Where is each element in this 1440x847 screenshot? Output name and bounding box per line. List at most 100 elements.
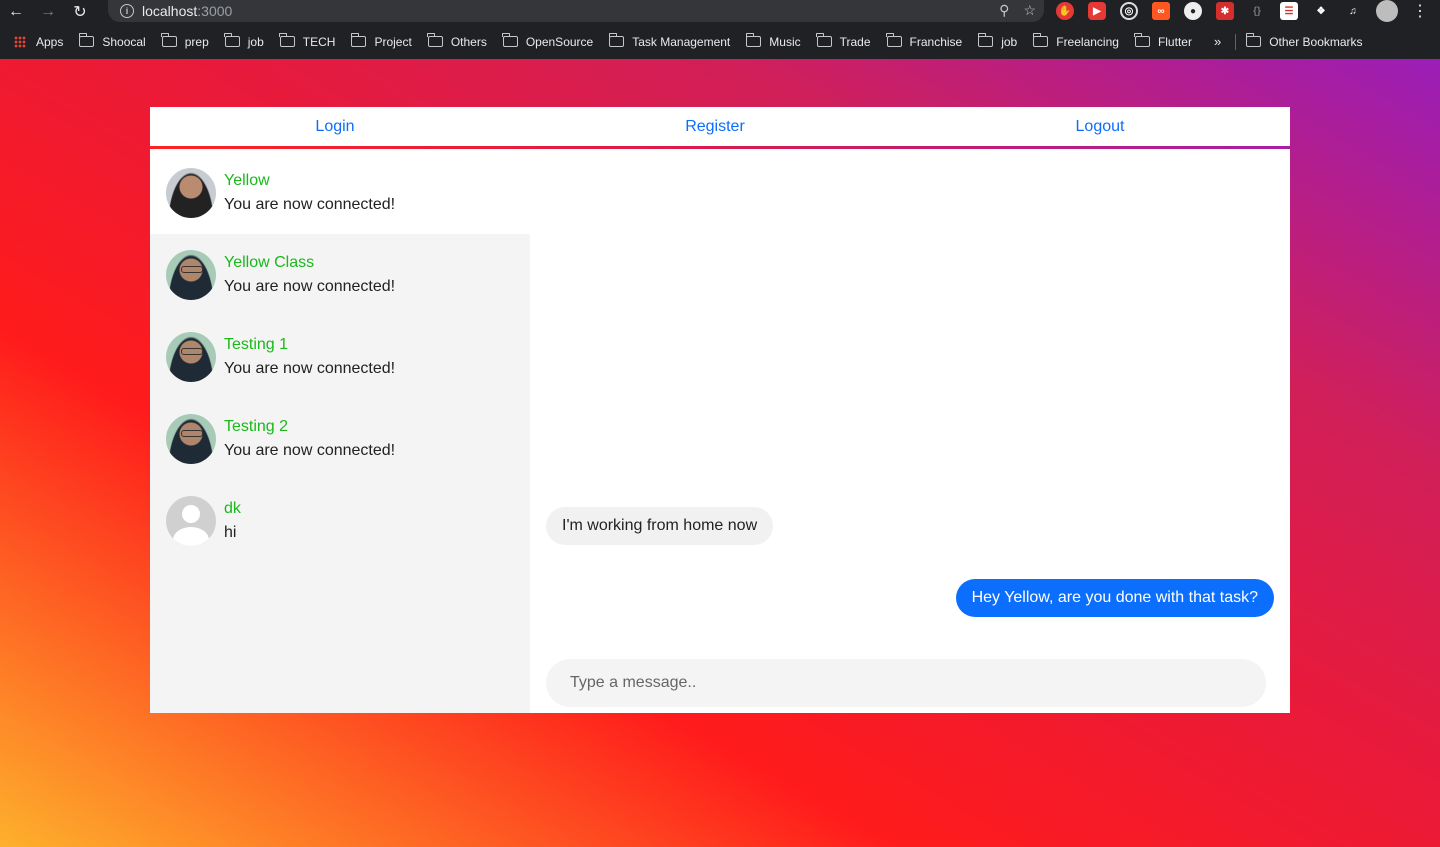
bookmark-folder[interactable]: Project xyxy=(350,33,412,49)
forward-arrow-icon[interactable]: → xyxy=(32,0,64,24)
reload-icon[interactable]: ↻ xyxy=(64,0,96,24)
extension-hand-icon[interactable]: ✋ xyxy=(1056,2,1074,20)
extension-play-icon[interactable]: ▶ xyxy=(1088,2,1106,20)
bookmark-label: Trade xyxy=(839,34,871,49)
bookmark-label: Flutter xyxy=(1157,34,1192,49)
folder-icon xyxy=(816,33,832,47)
folder-icon xyxy=(1245,33,1262,47)
message-panel: I'm working from home now Hey Yellow, ar… xyxy=(530,152,1290,713)
avatar xyxy=(166,332,216,382)
extension-target-icon[interactable]: ◎ xyxy=(1120,2,1138,20)
bookmarks-divider xyxy=(1235,33,1237,50)
bookmark-folder[interactable]: Franchise xyxy=(886,33,963,49)
page-background: Login Register Logout Yellow You are now… xyxy=(0,59,1440,847)
more-bookmarks-button[interactable]: » xyxy=(1214,34,1221,49)
star-icon[interactable]: ☆ xyxy=(1023,2,1036,19)
bookmark-label: Apps xyxy=(36,34,64,49)
conversation-name: Yellow xyxy=(224,172,270,189)
bookmark-label: Others xyxy=(450,34,487,49)
conversation-item[interactable]: dk hi xyxy=(150,480,530,562)
bookmark-folder[interactable]: Shoocal xyxy=(78,33,146,49)
folder-icon xyxy=(350,33,367,47)
extension-braces-icon[interactable]: {} xyxy=(1248,2,1266,20)
bookmark-label: prep xyxy=(184,34,209,49)
folder-icon xyxy=(427,33,443,47)
bookmark-label: job xyxy=(247,34,264,49)
bookmark-folder[interactable]: job xyxy=(977,33,1018,49)
default-avatar-icon xyxy=(166,496,216,546)
folder-icon xyxy=(745,33,762,47)
bookmark-folder[interactable]: Flutter xyxy=(1134,33,1192,49)
nav-tabs: Login Register Logout xyxy=(150,107,1290,149)
site-info-icon[interactable]: i xyxy=(120,4,134,18)
login-link[interactable]: Login xyxy=(150,107,520,145)
url-host: localhost xyxy=(142,3,198,19)
back-arrow-icon[interactable]: ← xyxy=(0,0,32,24)
folder-icon xyxy=(279,33,295,47)
bookmark-folder[interactable]: TECH xyxy=(279,33,336,49)
avatar xyxy=(166,168,216,218)
folder-icon xyxy=(161,33,177,47)
conversation-name: dk xyxy=(224,500,241,517)
media-queue-icon[interactable]: ♫ xyxy=(1344,2,1362,20)
conversation-item[interactable]: Yellow You are now connected! xyxy=(150,152,530,234)
extension-fox-icon[interactable]: ∞ xyxy=(1152,2,1170,20)
bookmark-label: TECH xyxy=(302,34,336,49)
other-bookmarks[interactable]: Other Bookmarks xyxy=(1245,33,1363,49)
conversation-item[interactable]: Yellow Class You are now connected! xyxy=(150,234,530,316)
bookmark-folder[interactable]: Freelancing xyxy=(1032,33,1119,49)
bookmark-folder[interactable]: Task Management xyxy=(608,33,731,49)
conversation-item[interactable]: Testing 1 You are now connected! xyxy=(150,316,530,398)
conversation-name: Testing 1 xyxy=(224,336,289,353)
bookmark-apps[interactable]: Apps xyxy=(14,35,63,49)
folder-icon xyxy=(977,33,994,47)
bookmark-label: Other Bookmarks xyxy=(1269,34,1363,49)
folder-icon xyxy=(502,33,518,47)
conversation-last-message: You are now connected! xyxy=(224,442,396,459)
outgoing-message: Hey Yellow, are you done with that task? xyxy=(955,579,1274,617)
logout-link[interactable]: Logout xyxy=(910,107,1290,145)
conversation-list: Yellow You are now connected! Yellow Cla… xyxy=(150,152,530,713)
key-icon[interactable]: ⚲ xyxy=(999,2,1009,19)
profile-avatar-icon[interactable] xyxy=(1376,0,1398,22)
folder-icon xyxy=(224,33,240,47)
extensions-puzzle-icon[interactable]: ❖ xyxy=(1312,2,1330,20)
bookmark-label: Freelancing xyxy=(1056,34,1119,49)
bookmark-folder[interactable]: job xyxy=(224,33,264,49)
chat-app: Login Register Logout Yellow You are now… xyxy=(150,107,1290,713)
bookmark-label: OpenSource xyxy=(525,34,594,49)
bookmarks-bar: Apps Shoocal prep job TECH Project Other… xyxy=(0,24,1440,59)
conversation-last-message: You are now connected! xyxy=(224,278,396,295)
folder-icon xyxy=(1134,33,1150,47)
extensions-row: ✋ ▶ ◎ ∞ ● ✱ {} ☰ ❖ ♫ ⋮ xyxy=(1056,0,1428,22)
conversation-last-message: You are now connected! xyxy=(224,196,396,213)
chat-body: Yellow You are now connected! Yellow Cla… xyxy=(150,152,1290,713)
conversation-item[interactable]: Testing 2 You are now connected! xyxy=(150,398,530,480)
address-bar[interactable]: i localhost:3000 ⚲ ☆ xyxy=(108,0,1044,22)
folder-icon xyxy=(78,33,95,47)
conversation-name: Testing 2 xyxy=(224,418,289,435)
bookmark-label: job xyxy=(1001,34,1018,49)
extension-puzzle-red-icon[interactable]: ✱ xyxy=(1216,2,1234,20)
bookmark-folder[interactable]: Trade xyxy=(816,33,871,49)
conversation-last-message: hi xyxy=(224,524,237,541)
message-input[interactable] xyxy=(546,659,1266,707)
folder-icon xyxy=(1032,33,1049,47)
conversation-last-message: You are now connected! xyxy=(224,360,396,377)
extension-stack-icon[interactable]: ☰ xyxy=(1280,2,1298,20)
apps-grid-icon xyxy=(14,35,26,48)
bookmark-label: Task Management xyxy=(632,34,731,49)
bookmark-folder[interactable]: Others xyxy=(427,33,487,49)
bookmark-folder[interactable]: Music xyxy=(745,33,801,49)
register-link[interactable]: Register xyxy=(520,107,910,145)
avatar xyxy=(166,250,216,300)
bookmark-folder[interactable]: prep xyxy=(161,33,209,49)
incoming-message: I'm working from home now xyxy=(546,507,774,545)
bookmark-label: Franchise xyxy=(909,34,963,49)
folder-icon xyxy=(886,33,902,47)
bookmark-folder[interactable]: OpenSource xyxy=(502,33,594,49)
url-port: :3000 xyxy=(197,3,233,19)
folder-icon xyxy=(608,33,625,47)
browser-menu-icon[interactable]: ⋮ xyxy=(1412,1,1428,21)
extension-circle-icon[interactable]: ● xyxy=(1184,2,1202,20)
